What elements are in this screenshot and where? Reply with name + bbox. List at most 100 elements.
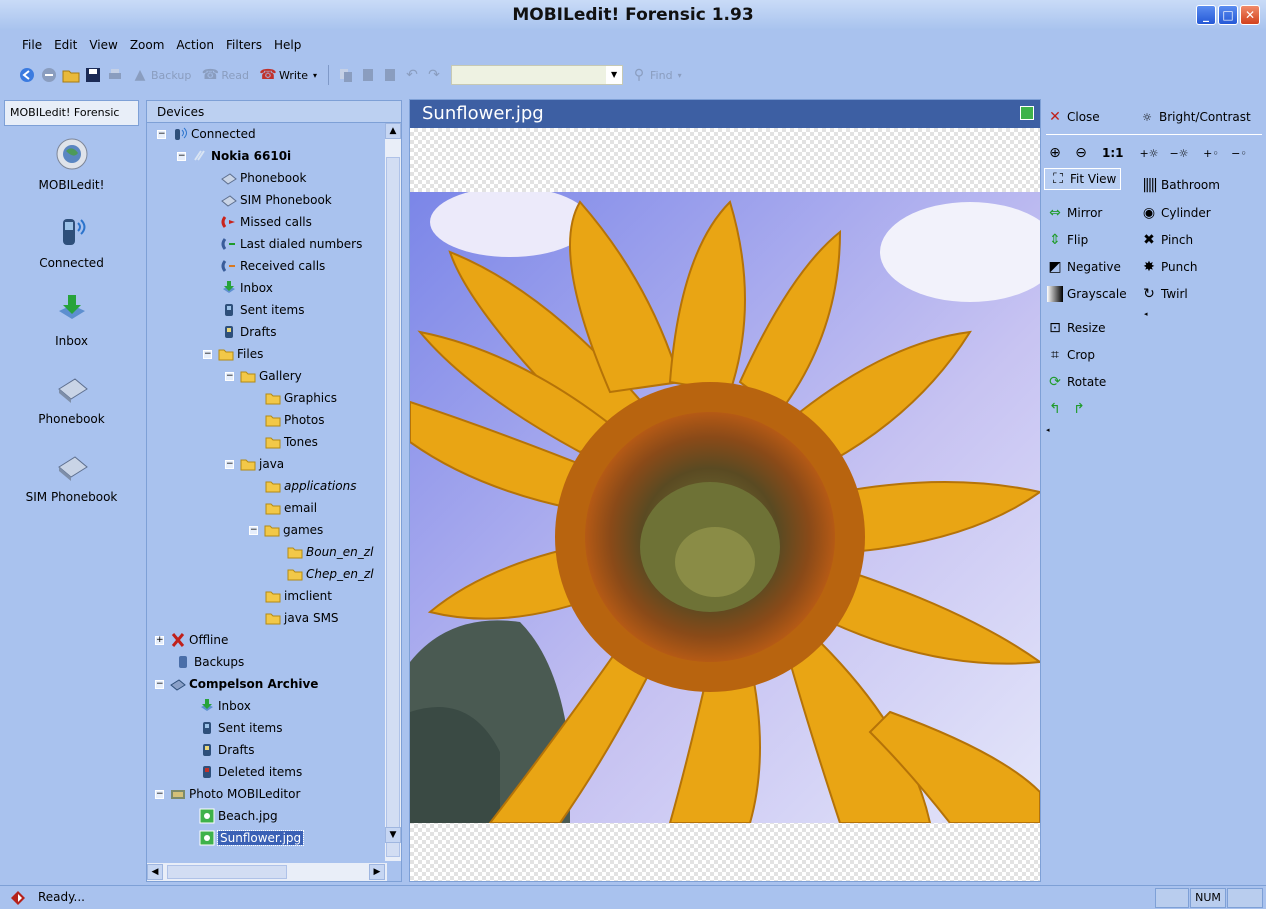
tree-vertical-scrollbar[interactable]: ▲ ▼	[385, 123, 401, 861]
zoom-1to1-button[interactable]: 1:1	[1102, 142, 1124, 164]
fit-view-button[interactable]: ⛶ Fit View	[1044, 168, 1122, 190]
crop-button[interactable]: ⌗ Crop	[1046, 344, 1095, 366]
tree-item[interactable]: Phonebook	[221, 167, 306, 189]
tree-item[interactable]: Sent items	[221, 299, 305, 321]
rotate-button[interactable]: ⟳ Rotate	[1046, 371, 1106, 393]
tree-item[interactable]: − java	[225, 453, 284, 475]
tree-item[interactable]: Sent items	[199, 717, 283, 739]
contrast-down-button[interactable]: −◦	[1230, 142, 1251, 164]
nav-item-connected[interactable]: Connected	[4, 214, 139, 282]
backup-button[interactable]: ▲ Backup	[128, 64, 194, 86]
bright-contrast-button[interactable]: ☼ Bright/Contrast	[1138, 106, 1251, 128]
menu-zoom[interactable]: Zoom	[130, 34, 165, 56]
tree-item[interactable]: − Nokia 6610i	[177, 145, 291, 167]
menu-view[interactable]: View	[89, 34, 117, 56]
tree-item[interactable]: Last dialed numbers	[221, 233, 362, 255]
scroll-thumb-horizontal[interactable]	[167, 865, 287, 879]
tree-item[interactable]: Deleted items	[199, 761, 302, 783]
tree-item[interactable]: Inbox	[199, 695, 251, 717]
collapse-icon[interactable]: −	[249, 525, 258, 535]
brightness-up-button[interactable]: +☼	[1139, 142, 1161, 164]
nav-item-mobiledit[interactable]: MOBILedit!	[4, 136, 139, 204]
pinch-button[interactable]: ✖ Pinch	[1140, 229, 1193, 251]
nav-item-phonebook[interactable]: Phonebook	[4, 370, 139, 438]
collapse-icon[interactable]: −	[225, 371, 234, 381]
expand-icon[interactable]: +	[155, 635, 164, 645]
tree-item[interactable]: SIM Phonebook	[221, 189, 332, 211]
minimize-button[interactable]: _	[1196, 5, 1216, 25]
open-folder-icon[interactable]	[62, 66, 80, 84]
tree-item[interactable]: imclient	[265, 585, 332, 607]
cut-icon[interactable]	[359, 66, 377, 84]
tree-item[interactable]: − Gallery	[225, 365, 302, 387]
find-button[interactable]: ⚲ Find ▾	[627, 64, 685, 86]
rotate-left-button[interactable]: ↰	[1046, 398, 1067, 420]
tree-item[interactable]: − games	[249, 519, 323, 541]
zoom-in-button[interactable]: ⊕	[1046, 142, 1067, 164]
scroll-right-icon[interactable]: ▶	[369, 864, 385, 880]
stop-icon[interactable]	[40, 66, 58, 84]
close-window-button[interactable]: ✕	[1240, 5, 1260, 25]
more-transforms-icon[interactable]: ◂	[1046, 426, 1050, 434]
zoom-out-button[interactable]: ⊖	[1072, 142, 1093, 164]
brightness-down-button[interactable]: −☼	[1169, 142, 1191, 164]
scroll-up-icon[interactable]: ▲	[385, 123, 401, 139]
tree-horizontal-scrollbar[interactable]: ◀ ▶	[147, 863, 387, 881]
tree-item[interactable]: − Photo MOBILeditor	[155, 783, 300, 805]
rotate-right-button[interactable]: ↱	[1070, 398, 1091, 420]
tree-item[interactable]: + Offline	[155, 629, 228, 651]
cylinder-button[interactable]: ◉ Cylinder	[1140, 202, 1211, 224]
more-filters-icon[interactable]: ◂	[1144, 310, 1148, 318]
tree-item[interactable]: − Compelson Archive	[155, 673, 318, 695]
mirror-button[interactable]: ⇔ Mirror	[1046, 202, 1102, 224]
collapse-icon[interactable]: −	[155, 679, 164, 689]
save-icon[interactable]	[84, 66, 102, 84]
search-combo[interactable]: ▼	[451, 65, 624, 85]
tree-item[interactable]: Sunflower.jpg	[199, 827, 305, 849]
tree-item[interactable]: Chep_en_zl	[287, 563, 374, 585]
grayscale-button[interactable]: Grayscale	[1046, 283, 1127, 305]
tree-item[interactable]: Backups	[175, 651, 244, 673]
tree-item[interactable]: Received calls	[221, 255, 325, 277]
write-button[interactable]: ☎ Write ▾	[256, 64, 320, 86]
redo-icon[interactable]: ↷	[425, 66, 443, 84]
tree-item[interactable]: Tones	[265, 431, 318, 453]
collapse-icon[interactable]: −	[203, 349, 212, 359]
tree-item[interactable]: Photos	[265, 409, 324, 431]
tree-item[interactable]: email	[265, 497, 317, 519]
tree-item[interactable]: Beach.jpg	[199, 805, 278, 827]
collapse-icon[interactable]: −	[177, 151, 186, 161]
collapse-icon[interactable]: −	[155, 789, 164, 799]
flip-button[interactable]: ⇕ Flip	[1046, 229, 1088, 251]
close-button[interactable]: ✕ Close	[1046, 106, 1100, 128]
scroll-thumb[interactable]	[386, 157, 400, 857]
tree-item[interactable]: Inbox	[221, 277, 273, 299]
tree-item[interactable]: Missed calls	[221, 211, 312, 233]
undo-icon[interactable]: ↶	[403, 66, 421, 84]
nav-item-inbox[interactable]: Inbox	[4, 292, 139, 360]
punch-button[interactable]: ✸ Punch	[1140, 256, 1197, 278]
copy-icon[interactable]	[337, 66, 355, 84]
negative-button[interactable]: ◩ Negative	[1046, 256, 1120, 278]
contrast-up-button[interactable]: +◦	[1202, 142, 1223, 164]
read-button[interactable]: ☎ Read	[198, 64, 252, 86]
menu-help[interactable]: Help	[274, 34, 301, 56]
tree-item[interactable]: applications	[265, 475, 356, 497]
back-icon[interactable]	[18, 66, 36, 84]
tree-item[interactable]: Graphics	[265, 387, 337, 409]
print-icon[interactable]	[106, 66, 124, 84]
tree-item[interactable]: Boun_en_zl	[287, 541, 373, 563]
paste-icon[interactable]	[381, 66, 399, 84]
resize-button[interactable]: ⊡ Resize	[1046, 317, 1105, 339]
tree-item[interactable]: Drafts	[199, 739, 255, 761]
menu-filters[interactable]: Filters	[226, 34, 262, 56]
menu-edit[interactable]: Edit	[54, 34, 77, 56]
menu-file[interactable]: File	[22, 34, 42, 56]
scroll-left-icon[interactable]: ◀	[147, 864, 163, 880]
scroll-down-icon[interactable]: ▼	[385, 827, 401, 843]
tree-item[interactable]: − Connected	[157, 123, 256, 145]
bathroom-button[interactable]: ||||| Bathroom	[1140, 174, 1220, 196]
twirl-button[interactable]: ↻ Twirl	[1140, 283, 1188, 305]
tree-item[interactable]: java SMS	[265, 607, 339, 629]
tree-item[interactable]: − Files	[203, 343, 263, 365]
